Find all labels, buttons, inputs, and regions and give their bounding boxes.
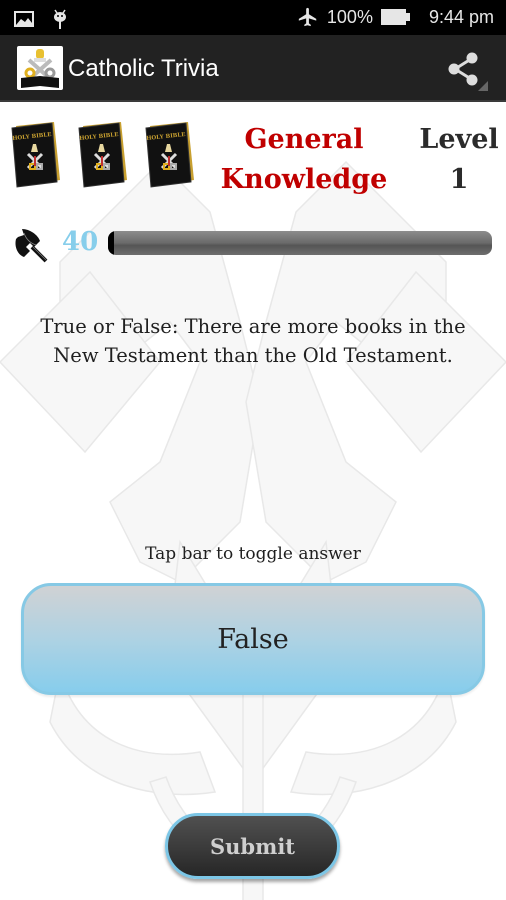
action-bar: Catholic Trivia	[0, 35, 506, 102]
category-title: General Knowledge	[210, 120, 398, 200]
battery-icon	[380, 8, 411, 26]
papal-keys-watermark	[0, 160, 506, 900]
submit-button[interactable]: Submit	[165, 813, 340, 879]
battle-axe-icon	[15, 229, 48, 263]
category-line-2: Knowledge	[220, 164, 388, 195]
level-indicator: Level 1	[412, 120, 506, 200]
holy-bible-icon: HOLY BIBLE	[78, 122, 127, 188]
app-title: Catholic Trivia	[68, 55, 219, 82]
category-line-1: General	[244, 124, 364, 155]
airplane-mode-icon	[297, 6, 319, 28]
android-icon	[52, 8, 68, 30]
score-value: 40	[62, 227, 99, 257]
share-icon	[448, 52, 488, 91]
question-text: True or False: There are more books in t…	[40, 315, 466, 367]
toggle-hint: Tap bar to toggle answer	[145, 544, 361, 564]
app-logo-icon[interactable]	[17, 46, 63, 90]
progress-bar	[108, 231, 492, 255]
progress-fill	[108, 231, 114, 255]
share-button[interactable]	[442, 45, 492, 95]
status-bar: 100% 9:44 pm	[0, 0, 506, 35]
holy-bible-icon: HOLY BIBLE	[145, 122, 194, 188]
level-value: 1	[449, 164, 469, 195]
answer-value: False	[217, 623, 289, 655]
image-icon	[14, 11, 34, 27]
level-label: Level	[419, 124, 499, 155]
battery-percent: 100%	[326, 6, 373, 27]
clock: 9:44 pm	[428, 6, 494, 27]
holy-bible-icon: HOLY BIBLE	[11, 122, 60, 188]
answer-toggle-bar[interactable]: False	[21, 583, 485, 695]
submit-label: Submit	[209, 833, 295, 859]
lives-indicator: HOLY BIBLE HOLY BIBLE HOLY BIBLE	[6, 120, 196, 190]
